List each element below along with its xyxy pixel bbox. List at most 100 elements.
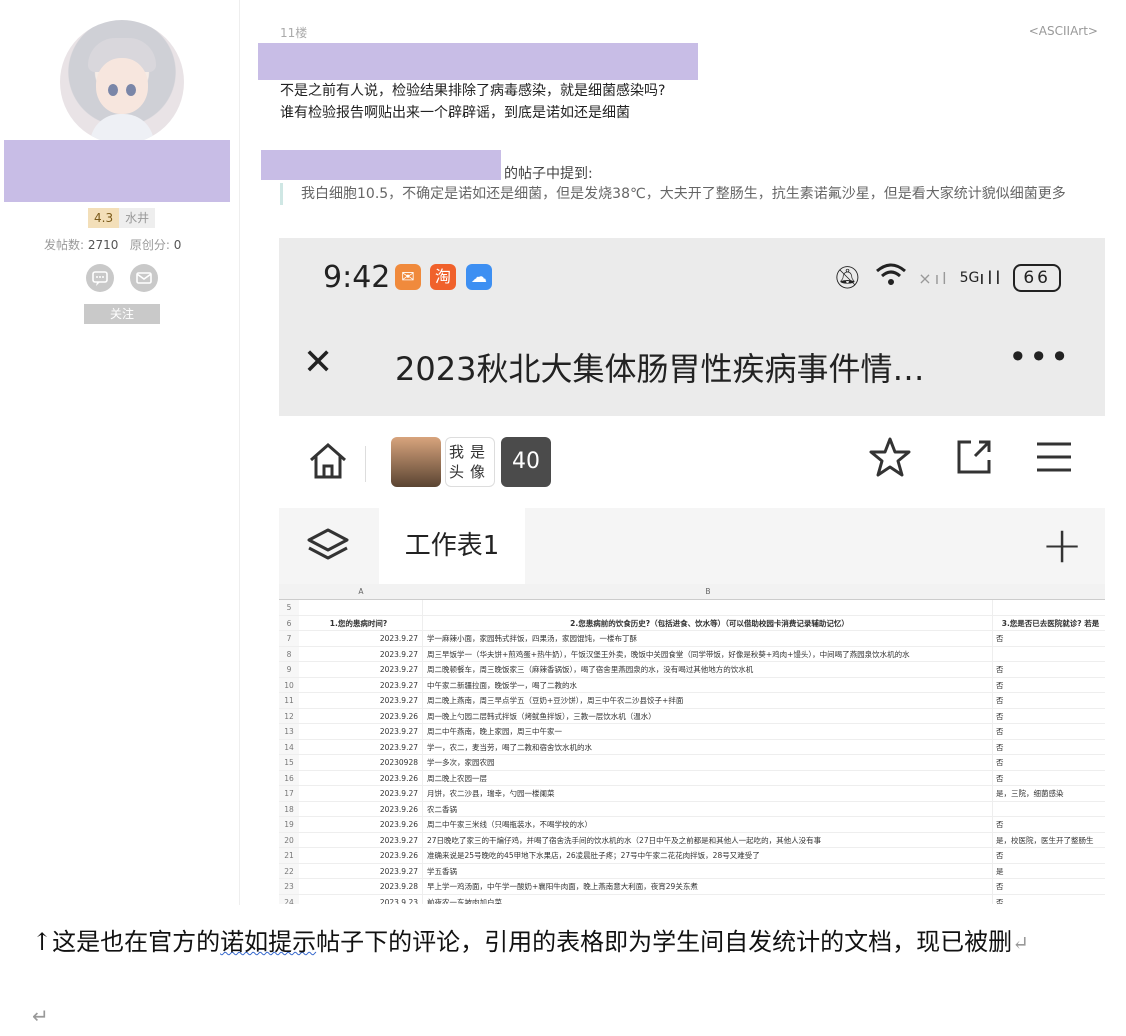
cell-c[interactable]: 是 bbox=[993, 864, 1105, 879]
cell-b[interactable]: 学一多次，家园农园 bbox=[423, 755, 993, 770]
row-number: 8 bbox=[279, 646, 299, 661]
cell-c[interactable]: 否 bbox=[993, 771, 1105, 786]
cell-b[interactable]: 27日晚吃了家三的干煸仔鸡，并喝了宿舍洗手间的饮水机的水（27日中午及之前都是和… bbox=[423, 832, 993, 847]
redacted-reply-header bbox=[258, 43, 698, 80]
cell-c[interactable]: 否 bbox=[993, 662, 1105, 677]
cell-b[interactable]: 中午家二新疆拉面，晚饭学一，喝了二教的水 bbox=[423, 677, 993, 692]
cell-c[interactable] bbox=[993, 802, 1105, 817]
add-sheet-icon[interactable]: + bbox=[1041, 516, 1083, 574]
cell-c[interactable]: 否 bbox=[993, 724, 1105, 739]
cell-c[interactable]: 否 bbox=[993, 848, 1105, 863]
paragraph-mark: ↵ bbox=[1012, 931, 1029, 955]
menu-icon[interactable] bbox=[1031, 434, 1077, 490]
spreadsheet-grid: A B 5 6 1.您的患病时间? 2.您患病前的饮食历史?（包括进食、饮水等）（可以… bbox=[279, 584, 1105, 904]
cell-a[interactable]: 2023.9.28 bbox=[299, 879, 423, 894]
cell-c[interactable] bbox=[993, 647, 1105, 662]
table-row: 12 2023.9.26 周一晚上勺园二层韩式拌饭（烤鱿鱼拌饭），三教一层饮水机（温… bbox=[279, 708, 1105, 724]
cell-a[interactable]: 2023.9.27 bbox=[299, 693, 423, 708]
cell-b[interactable] bbox=[423, 600, 993, 615]
follow-button[interactable]: 关注 bbox=[84, 304, 160, 324]
level-number: 4.3 bbox=[88, 208, 120, 228]
share-icon[interactable] bbox=[951, 434, 997, 490]
sheet-tab-1[interactable]: 工作表1 bbox=[379, 508, 525, 584]
cell-b[interactable]: 月饼，农二沙县，瑞幸，勺园一楼阑菜 bbox=[423, 786, 993, 801]
cell-a[interactable]: 2023.9.26 bbox=[299, 708, 423, 723]
cell-a[interactable]: 20230928 bbox=[299, 755, 423, 770]
cell-a[interactable]: 2023.9.27 bbox=[299, 631, 423, 646]
cell-b[interactable]: 周一晚上勺园二层韩式拌饭（烤鱿鱼拌饭），三教一层饮水机（温水） bbox=[423, 708, 993, 723]
table-row: 14 2023.9.27 学一，农二，麦当劳，喝了二教和宿舍饮水机的水否 bbox=[279, 739, 1105, 755]
cell-b[interactable]: 2.您患病前的饮食历史?（包括进食、饮水等）（可以借助校园卡消费记录辅助记忆） bbox=[423, 615, 993, 630]
cell-b[interactable]: 周二中午家三米线（只喝瓶装水，不喝学校的水） bbox=[423, 817, 993, 832]
star-icon[interactable] bbox=[867, 434, 913, 490]
cell-a[interactable]: 2023.9.27 bbox=[299, 832, 423, 847]
cell-c[interactable]: 否 bbox=[993, 895, 1105, 905]
cell-b[interactable]: 周二晚上燕南，周三早点学五（豆奶+豆沙饼），周三中午农二沙县饺子+拌面 bbox=[423, 693, 993, 708]
cell-c[interactable]: 否 bbox=[993, 631, 1105, 646]
collaborator-count[interactable]: 40 bbox=[501, 437, 551, 487]
cell-b[interactable]: 农二香锅 bbox=[423, 801, 993, 816]
cell-b[interactable]: 学一，农二，麦当劳，喝了二教和宿舍饮水机的水 bbox=[423, 739, 993, 754]
column-header-c[interactable] bbox=[993, 584, 1105, 600]
cell-c[interactable]: 否 bbox=[993, 817, 1105, 832]
caption-post: 帖子下的评论，引用的表格即为学生间自发统计的文档，现已被删 bbox=[316, 928, 1013, 956]
cell-b[interactable]: 周二中午燕南，晚上家园，周三中午家一 bbox=[423, 724, 993, 739]
cell-c[interactable]: 3.您是否已去医院就诊? 若是 bbox=[993, 616, 1105, 631]
close-icon[interactable]: ✕ bbox=[303, 342, 333, 383]
collaborator-avatar-2[interactable]: 我是头像 bbox=[445, 437, 495, 487]
row-number: 24 bbox=[279, 894, 299, 904]
cell-a[interactable]: 2023.9.26 bbox=[299, 817, 423, 832]
column-header-a[interactable]: A bbox=[299, 584, 423, 600]
caption-arrow: ↑ bbox=[32, 928, 53, 956]
cell-c[interactable]: 否 bbox=[993, 755, 1105, 770]
cell-b[interactable]: 早上学一鸡汤面，中午学一酸奶+襄阳牛肉面，晚上燕南意大利面，夜宵29关东煮 bbox=[423, 879, 993, 894]
cell-a[interactable] bbox=[299, 600, 423, 615]
cell-c[interactable]: 否 bbox=[993, 693, 1105, 708]
table-row: 13 2023.9.27 周二中午燕南，晚上家园，周三中午家一否 bbox=[279, 724, 1105, 740]
cell-a[interactable]: 2023.9.27 bbox=[299, 662, 423, 677]
author-sidebar: 4.3 水井 发帖数: 2710 原创分: 0 关注 bbox=[0, 0, 240, 905]
wifi-icon bbox=[874, 262, 908, 294]
sheet-tab-bar: 工作表1 + bbox=[279, 508, 1105, 584]
cell-a[interactable]: 2023.9.27 bbox=[299, 724, 423, 739]
cell-a[interactable]: 2023.9.26 bbox=[299, 848, 423, 863]
row-number: 20 bbox=[279, 832, 299, 847]
battery-level: 66 bbox=[1013, 264, 1061, 292]
cell-b[interactable]: 前夜农一东坡肉加白菜 bbox=[423, 894, 993, 904]
column-header-b[interactable]: B bbox=[423, 584, 993, 600]
cell-a[interactable]: 2023.9.27 bbox=[299, 863, 423, 878]
table-row: 24 2023.9.23 前夜农一东坡肉加白菜否 bbox=[279, 894, 1105, 905]
home-icon[interactable] bbox=[305, 438, 351, 494]
message-icon[interactable] bbox=[86, 264, 114, 292]
cell-c[interactable]: 否 bbox=[993, 709, 1105, 724]
row-number: 18 bbox=[279, 801, 299, 816]
mail-icon[interactable] bbox=[130, 264, 158, 292]
cell-a[interactable]: 2023.9.27 bbox=[299, 646, 423, 661]
cell-c[interactable]: 否 bbox=[993, 740, 1105, 755]
cell-c[interactable] bbox=[993, 600, 1105, 615]
ascii-art-tag[interactable]: <ASCIIArt> bbox=[1029, 24, 1098, 38]
taobao-icon: 淘 bbox=[430, 264, 456, 290]
cell-c[interactable]: 是，三院，细菌感染 bbox=[993, 786, 1105, 801]
collaborator-avatar-1[interactable] bbox=[391, 437, 441, 487]
cell-a[interactable]: 2023.9.27 bbox=[299, 786, 423, 801]
cell-b[interactable]: 学五香锅 bbox=[423, 863, 993, 878]
cell-b[interactable]: 周二晚顿餐车，周三晚饭家三（麻辣香锅饭），喝了宿舍里燕园泉的水，没有喝过其他地方… bbox=[423, 662, 993, 677]
cell-a[interactable]: 1.您的患病时间? bbox=[299, 615, 423, 630]
cell-a[interactable]: 2023.9.26 bbox=[299, 801, 423, 816]
more-options-icon[interactable]: ••• bbox=[1008, 338, 1071, 376]
signal-icon-sim2: ıll bbox=[979, 267, 1004, 289]
cell-c[interactable]: 否 bbox=[993, 678, 1105, 693]
cell-a[interactable]: 2023.9.27 bbox=[299, 677, 423, 692]
cell-c[interactable]: 是，校医院，医生开了整肠生 bbox=[993, 833, 1105, 848]
cell-c[interactable]: 否 bbox=[993, 879, 1105, 894]
cell-b[interactable]: 准确来说是25号晚吃的45甲地下水果店，26凌晨肚子疼；27号中午家二花花肉拌饭… bbox=[423, 848, 993, 863]
cell-b[interactable]: 周三早饭学一（华夫饼+煎鸡蛋+热牛奶），午饭汉堡王外卖，晚饭中关园食堂（同学带饭… bbox=[423, 646, 993, 661]
layers-icon[interactable] bbox=[305, 522, 351, 577]
cell-a[interactable]: 2023.9.23 bbox=[299, 894, 423, 904]
cell-a[interactable]: 2023.9.26 bbox=[299, 770, 423, 785]
cell-b[interactable]: 周二晚上农园一层 bbox=[423, 770, 993, 785]
user-avatar[interactable] bbox=[60, 20, 184, 144]
cell-b[interactable]: 学一麻辣小面，家园韩式拌饭，四果汤，家园馄饨，一楼布丁酥 bbox=[423, 631, 993, 646]
cell-a[interactable]: 2023.9.27 bbox=[299, 739, 423, 754]
